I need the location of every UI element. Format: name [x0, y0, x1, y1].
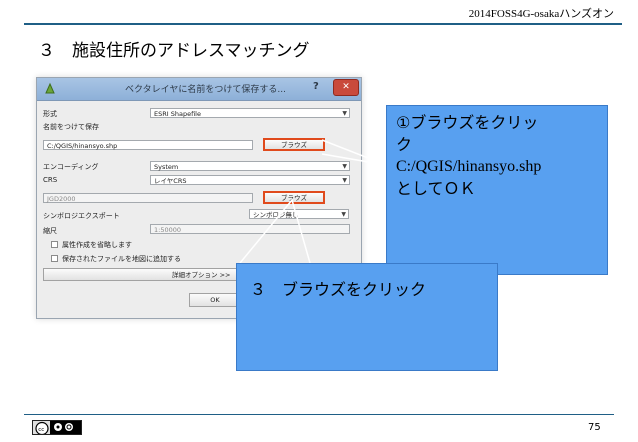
page-number: 75: [588, 422, 601, 433]
callout1-line1: ①ブラウズをクリッ: [396, 113, 539, 132]
callout1-line4: としてＯＫ: [396, 179, 476, 198]
cc-by-sa-icon: cc: [33, 421, 81, 434]
svg-text:cc: cc: [38, 427, 44, 433]
callout1-pointer: [321, 139, 387, 166]
footer-rule: [24, 414, 614, 415]
callout2-pointer: [239, 198, 311, 264]
callout-browse-save-text: ①ブラウズをクリッ ク C:/QGIS/hinansyo.shp としてＯＫ: [396, 112, 541, 200]
callout1-line3: C:/QGIS/hinansyo.shp: [396, 158, 542, 175]
creative-commons-badge: cc: [32, 420, 82, 435]
callout-browse-crs-text: ３ ブラウズをクリック: [250, 280, 427, 299]
callout1-line2: ク: [396, 135, 413, 154]
